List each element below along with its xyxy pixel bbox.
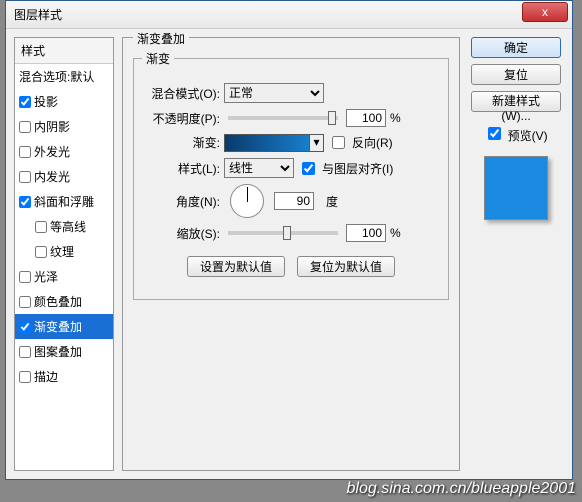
fieldset-legend: 渐变 [142, 50, 174, 67]
style-label: 内发光 [34, 168, 70, 185]
blend-options-item[interactable]: 混合选项:默认 [15, 64, 113, 89]
scale-slider[interactable] [228, 231, 338, 235]
style-label: 外发光 [34, 143, 70, 160]
style-select[interactable]: 线性 [224, 158, 294, 178]
reverse-label: 反向(R) [352, 134, 393, 151]
reset-default-button[interactable]: 复位为默认值 [297, 256, 395, 277]
style-checkbox[interactable] [35, 246, 47, 258]
style-item-1[interactable]: 内阴影 [15, 114, 113, 139]
reverse-checkbox[interactable] [332, 136, 345, 149]
styles-header[interactable]: 样式 [15, 38, 113, 64]
preview-swatch [484, 156, 548, 220]
style-checkbox[interactable] [19, 371, 31, 383]
style-item-4[interactable]: 斜面和浮雕 [15, 189, 113, 214]
style-checkbox[interactable] [19, 346, 31, 358]
style-label: 图案叠加 [34, 343, 82, 360]
style-item-6[interactable]: 纹理 [15, 239, 113, 264]
style-checkbox[interactable] [19, 271, 31, 283]
style-checkbox[interactable] [19, 196, 31, 208]
scale-input[interactable] [346, 224, 386, 242]
style-item-10[interactable]: 图案叠加 [15, 339, 113, 364]
ok-button[interactable]: 确定 [471, 37, 561, 58]
style-label: 投影 [34, 93, 58, 110]
style-item-3[interactable]: 内发光 [15, 164, 113, 189]
cancel-button[interactable]: 复位 [471, 64, 561, 85]
style-item-2[interactable]: 外发光 [15, 139, 113, 164]
style-label: 渐变叠加 [34, 318, 82, 335]
opacity-unit: % [390, 111, 401, 125]
gradient-fieldset: 渐变 混合模式(O): 正常 不透明度(P): % 渐变: ▾ 反向(R) [133, 50, 449, 300]
scale-unit: % [390, 226, 401, 240]
opacity-slider[interactable] [228, 116, 338, 120]
style-item-7[interactable]: 光泽 [15, 264, 113, 289]
style-label: 斜面和浮雕 [34, 193, 94, 210]
style-item-0[interactable]: 投影 [15, 89, 113, 114]
style-checkbox[interactable] [19, 171, 31, 183]
style-checkbox[interactable] [19, 146, 31, 158]
style-item-8[interactable]: 颜色叠加 [15, 289, 113, 314]
style-label: 描边 [34, 368, 58, 385]
layer-style-dialog: 图层样式 x 样式 混合选项:默认 投影内阴影外发光内发光斜面和浮雕等高线纹理光… [5, 0, 573, 480]
titlebar[interactable]: 图层样式 x [6, 1, 572, 29]
chevron-down-icon[interactable]: ▾ [309, 135, 323, 151]
watermark-text: blog.sina.com.cn/blueapple2001 [347, 480, 577, 498]
angle-unit: 度 [326, 193, 338, 210]
group-title: 渐变叠加 [133, 30, 189, 47]
style-label: 内阴影 [34, 118, 70, 135]
set-default-button[interactable]: 设置为默认值 [187, 256, 285, 277]
action-panel: 确定 复位 新建样式(W)... 预览(V) [468, 37, 564, 471]
preview-label: 预览(V) [508, 129, 548, 143]
angle-input[interactable] [274, 192, 314, 210]
style-label: 颜色叠加 [34, 293, 82, 310]
preview-checkbox[interactable] [488, 127, 501, 140]
blend-mode-select[interactable]: 正常 [224, 83, 324, 103]
window-title: 图层样式 [10, 6, 522, 23]
blend-mode-label: 混合模式(O): [142, 85, 220, 102]
gradient-picker[interactable]: ▾ [224, 134, 324, 152]
opacity-label: 不透明度(P): [142, 110, 220, 127]
preview-row: 预览(V) [484, 124, 547, 144]
style-checkbox[interactable] [19, 296, 31, 308]
style-checkbox[interactable] [35, 221, 47, 233]
style-checkbox[interactable] [19, 121, 31, 133]
scale-label: 缩放(S): [142, 225, 220, 242]
align-label: 与图层对齐(I) [322, 160, 393, 177]
style-checkbox[interactable] [19, 96, 31, 108]
opacity-input[interactable] [346, 109, 386, 127]
style-checkbox[interactable] [19, 321, 31, 333]
style-item-11[interactable]: 描边 [15, 364, 113, 389]
angle-label: 角度(N): [142, 193, 220, 210]
style-label: 等高线 [50, 218, 86, 235]
style-label: 纹理 [50, 243, 74, 260]
style-item-5[interactable]: 等高线 [15, 214, 113, 239]
gradient-label: 渐变: [142, 134, 220, 151]
styles-panel: 样式 混合选项:默认 投影内阴影外发光内发光斜面和浮雕等高线纹理光泽颜色叠加渐变… [14, 37, 114, 471]
angle-control[interactable] [230, 184, 264, 218]
style-label: 光泽 [34, 268, 58, 285]
close-button[interactable]: x [522, 2, 568, 22]
style-item-9[interactable]: 渐变叠加 [15, 314, 113, 339]
align-checkbox[interactable] [302, 162, 315, 175]
new-style-button[interactable]: 新建样式(W)... [471, 91, 561, 112]
options-panel: 渐变叠加 渐变 混合模式(O): 正常 不透明度(P): % 渐变: ▾ [122, 37, 460, 471]
style-label: 样式(L): [142, 160, 220, 177]
